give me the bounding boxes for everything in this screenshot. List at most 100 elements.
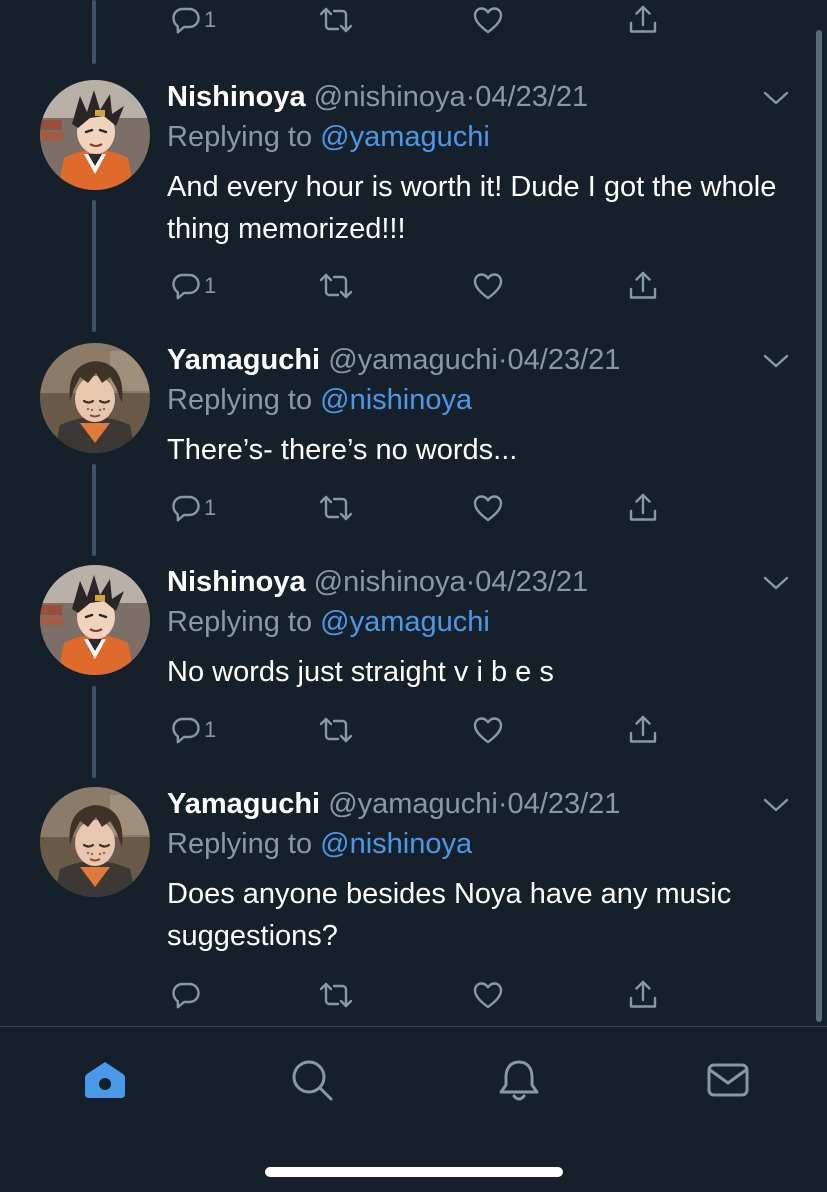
- separator-dot: ·: [497, 788, 508, 820]
- share-icon: [627, 270, 659, 302]
- tab-home[interactable]: [80, 1055, 130, 1105]
- bell-icon: [499, 1060, 539, 1101]
- nishinoya-avatar[interactable]: [40, 565, 150, 675]
- retweet-button[interactable]: [318, 266, 354, 306]
- yamaguchi-avatar[interactable]: [40, 343, 150, 453]
- tweet-feed: 1 Nishinoya @nishinoya·04/23/21 Replying…: [0, 0, 827, 1027]
- separator-dot: ·: [465, 81, 476, 113]
- home-icon: [85, 1062, 125, 1098]
- chevron-down-icon[interactable]: [762, 797, 790, 813]
- reply-count: 1: [204, 717, 217, 742]
- mention-link[interactable]: @nishinoya: [320, 828, 472, 860]
- heart-icon: [472, 492, 504, 524]
- tab-messages[interactable]: [703, 1055, 753, 1105]
- reply-count: 1: [204, 7, 217, 32]
- heart-icon: [472, 4, 504, 36]
- heart-icon: [472, 714, 504, 746]
- handle[interactable]: @yamaguchi: [328, 788, 498, 820]
- share-button[interactable]: [627, 488, 659, 528]
- tweet-date[interactable]: 04/23/21: [508, 344, 621, 376]
- replying-to: Replying to @yamaguchi: [167, 120, 490, 154]
- separator-dot: ·: [497, 344, 508, 376]
- separator-dot: ·: [465, 566, 476, 598]
- tweet-date[interactable]: 04/23/21: [475, 81, 588, 113]
- handle[interactable]: @nishinoya: [314, 81, 466, 113]
- reply-icon: [170, 979, 202, 1011]
- chevron-down-icon[interactable]: [762, 90, 790, 106]
- display-name[interactable]: Nishinoya: [167, 81, 306, 113]
- share-button[interactable]: [627, 0, 659, 40]
- tab-notifications[interactable]: [494, 1055, 544, 1105]
- tweet-date[interactable]: 04/23/21: [475, 566, 588, 598]
- tweet-actions: 1: [0, 266, 827, 306]
- tweet-header: Yamaguchi @yamaguchi·04/23/21: [167, 787, 620, 821]
- tweet-actions: [0, 975, 827, 1015]
- reply-count: 1: [204, 273, 217, 298]
- chevron-down-icon[interactable]: [762, 575, 790, 591]
- display-name[interactable]: Nishinoya: [167, 566, 306, 598]
- home-indicator[interactable]: [265, 1167, 563, 1177]
- mail-icon: [707, 1063, 749, 1097]
- nishinoya-avatar[interactable]: [40, 80, 150, 190]
- display-name[interactable]: Yamaguchi: [167, 788, 320, 820]
- tweet-header: Yamaguchi @yamaguchi·04/23/21: [167, 343, 620, 377]
- retweet-icon: [318, 270, 354, 302]
- share-icon: [627, 492, 659, 524]
- share-button[interactable]: [627, 975, 659, 1015]
- tweet-actions: 1: [0, 710, 827, 750]
- chevron-down-icon[interactable]: [762, 353, 790, 369]
- share-button[interactable]: [627, 710, 659, 750]
- tweet-header: Nishinoya @nishinoya·04/23/21: [167, 80, 588, 114]
- retweet-icon: [318, 492, 354, 524]
- tweet-header: Nishinoya @nishinoya·04/23/21: [167, 565, 588, 599]
- reply-icon: [170, 714, 202, 746]
- search-icon: [292, 1060, 333, 1101]
- tweet-date[interactable]: 04/23/21: [508, 788, 621, 820]
- like-button[interactable]: [472, 266, 504, 306]
- handle[interactable]: @nishinoya: [314, 566, 466, 598]
- retweet-button[interactable]: [318, 488, 354, 528]
- replying-to-label: Replying to: [167, 384, 313, 416]
- retweet-button[interactable]: [318, 0, 354, 40]
- reply-button[interactable]: 1: [170, 266, 216, 306]
- retweet-icon: [318, 714, 354, 746]
- scrollbar[interactable]: [816, 30, 822, 1022]
- replying-to-label: Replying to: [167, 606, 313, 638]
- tweet-text: Does anyone besides Noya have any music …: [167, 878, 732, 952]
- tweet-actions: 1: [0, 0, 827, 40]
- share-icon: [627, 714, 659, 746]
- reply-count: 1: [204, 495, 217, 520]
- like-button[interactable]: [472, 0, 504, 40]
- reply-icon: [170, 492, 202, 524]
- tweet-text: No words just straight v i b e s: [167, 656, 554, 688]
- share-icon: [627, 979, 659, 1011]
- handle[interactable]: @yamaguchi: [328, 344, 498, 376]
- replying-to: Replying to @nishinoya: [167, 827, 472, 861]
- share-button[interactable]: [627, 266, 659, 306]
- replying-to: Replying to @yamaguchi: [167, 605, 490, 639]
- retweet-button[interactable]: [318, 710, 354, 750]
- yamaguchi-avatar[interactable]: [40, 787, 150, 897]
- tweet-text: And every hour is worth it! Dude I got t…: [167, 171, 777, 245]
- retweet-icon: [318, 979, 354, 1011]
- replying-to: Replying to @nishinoya: [167, 383, 472, 417]
- like-button[interactable]: [472, 710, 504, 750]
- reply-button[interactable]: [170, 975, 204, 1015]
- reply-icon: [170, 270, 202, 302]
- reply-button[interactable]: 1: [170, 0, 216, 40]
- like-button[interactable]: [472, 488, 504, 528]
- reply-button[interactable]: 1: [170, 710, 216, 750]
- mention-link[interactable]: @yamaguchi: [320, 606, 490, 638]
- mention-link[interactable]: @nishinoya: [320, 384, 472, 416]
- reply-button[interactable]: 1: [170, 488, 216, 528]
- mention-link[interactable]: @yamaguchi: [320, 121, 490, 153]
- tab-search[interactable]: [287, 1055, 337, 1105]
- tweet-actions: 1: [0, 488, 827, 528]
- retweet-icon: [318, 4, 354, 36]
- replying-to-label: Replying to: [167, 121, 313, 153]
- display-name[interactable]: Yamaguchi: [167, 344, 320, 376]
- retweet-button[interactable]: [318, 975, 354, 1015]
- tweet-text: There’s- there’s no words...: [167, 434, 518, 466]
- like-button[interactable]: [472, 975, 504, 1015]
- share-icon: [627, 4, 659, 36]
